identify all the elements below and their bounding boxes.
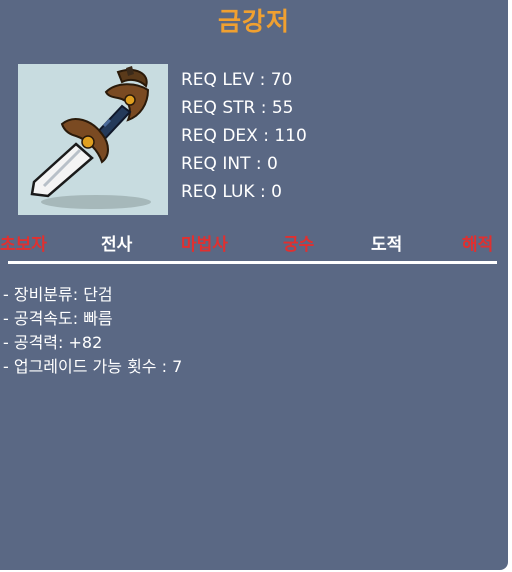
job-warrior: 전사	[101, 235, 133, 255]
job-pirate: 해적	[462, 235, 494, 255]
item-tooltip-panel: 금강저 REQ LEV : 70 REQ STR : 55 REQ DEX : …	[0, 0, 508, 570]
req-level: REQ LEV : 70	[181, 70, 293, 90]
req-luk: REQ LUK : 0	[181, 182, 282, 202]
stat-category: - 장비분류: 단검	[3, 285, 113, 304]
divider	[8, 261, 497, 264]
dagger-weapon-icon	[30, 66, 151, 209]
job-magician: 마법사	[181, 235, 228, 255]
req-dex: REQ DEX : 110	[181, 126, 307, 146]
item-name: 금강저	[217, 7, 290, 36]
job-bowman: 궁수	[283, 235, 315, 255]
stat-upgrade-slots: - 업그레이드 가능 횟수 : 7	[3, 357, 183, 376]
item-icon-box	[18, 64, 168, 215]
req-int: REQ INT : 0	[181, 154, 278, 174]
item-stats-list: - 장비분류: 단검 - 공격속도: 빠름 - 공격력: +82 - 업그레이드…	[3, 284, 182, 380]
job-class-row: 초보자 전사 마법사 궁수 도적 해적	[0, 230, 508, 256]
stat-attack-speed: - 공격속도: 빠름	[3, 309, 113, 328]
requirements-list: REQ LEV : 70 REQ STR : 55 REQ DEX : 110 …	[181, 68, 307, 208]
stat-attack-power: - 공격력: +82	[3, 333, 103, 352]
job-beginner: 초보자	[0, 235, 47, 255]
req-str: REQ STR : 55	[181, 98, 294, 118]
job-thief: 도적	[371, 235, 403, 255]
